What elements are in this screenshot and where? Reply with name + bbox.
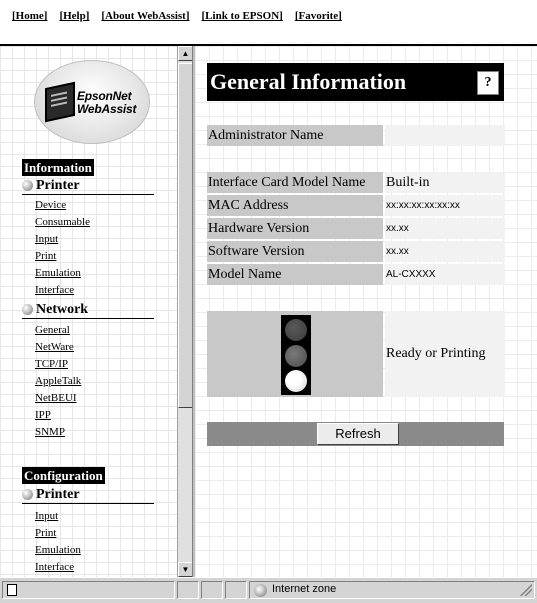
- section-configuration-heading: Configuration: [22, 467, 105, 484]
- subsection-network-label: Network: [36, 301, 89, 317]
- sidebar-link-config-emulation[interactable]: Emulation: [35, 544, 81, 556]
- sidebar-link-input[interactable]: Input: [35, 233, 58, 245]
- sidebar-link-snmp[interactable]: SNMP: [35, 426, 65, 438]
- book-icon: [45, 81, 75, 123]
- lamp-top: [285, 319, 307, 341]
- sphere-bullet-icon: [22, 180, 33, 191]
- sphere-bullet-icon: [22, 304, 33, 315]
- left-frame-vertical-scrollbar[interactable]: ▲ ▼: [177, 46, 193, 577]
- epsonnet-webassist-logo: EpsonNet WebAssist: [34, 60, 150, 144]
- logo-text-line1: EpsonNet: [77, 89, 132, 103]
- info-value-administrator-name: [385, 125, 505, 146]
- sidebar-link-consumable[interactable]: Consumable: [35, 216, 90, 228]
- info-value-model-name: AL-CXXXX: [385, 264, 505, 285]
- nav-about-webassist-link[interactable]: [About WebAssist]: [101, 10, 189, 22]
- info-value-software-version: xx.xx: [385, 241, 505, 262]
- lamp-bottom: [285, 370, 307, 392]
- info-label-interface-card-model: Interface Card Model Name: [207, 172, 383, 193]
- traffic-light-icon: [281, 315, 311, 395]
- info-value-hardware-version: xx.xx: [385, 218, 505, 239]
- info-label-administrator-name: Administrator Name: [207, 125, 383, 146]
- nav-help-link[interactable]: [Help]: [59, 10, 89, 22]
- refresh-bar: Refresh: [207, 422, 504, 446]
- status-bar-cell-2: [201, 581, 223, 599]
- subsection-config-printer-heading: Printer: [22, 486, 154, 504]
- info-value-interface-card-model: Built-in: [385, 172, 505, 193]
- sidebar-link-interface[interactable]: Interface: [35, 284, 74, 296]
- status-light-panel: [207, 311, 383, 397]
- refresh-button[interactable]: Refresh: [317, 423, 399, 445]
- page-title: General Information: [210, 69, 407, 94]
- scroll-up-arrow-icon[interactable]: ▲: [178, 46, 193, 61]
- nav-link-to-epson-link[interactable]: [Link to EPSON]: [202, 10, 283, 22]
- status-bar-cell-3: [225, 581, 247, 599]
- subsection-config-printer-label: Printer: [36, 486, 80, 502]
- left-navigation-frame: EpsonNet WebAssist Information Printer D…: [0, 46, 192, 577]
- sidebar-link-general[interactable]: General: [35, 324, 70, 336]
- sidebar-link-config-print[interactable]: Print: [35, 527, 56, 539]
- internet-zone-text: Internet zone: [272, 583, 337, 595]
- sidebar-link-device[interactable]: Device: [35, 199, 66, 211]
- lamp-middle: [285, 345, 307, 367]
- sidebar-link-config-input[interactable]: Input: [35, 510, 58, 522]
- scroll-down-arrow-icon[interactable]: ▼: [178, 562, 193, 577]
- resize-grip-icon[interactable]: [520, 584, 532, 596]
- sidebar-link-tcpip[interactable]: TCP/IP: [35, 358, 68, 370]
- internet-zone-icon: [254, 584, 267, 597]
- sidebar-link-ipp[interactable]: IPP: [35, 409, 51, 421]
- status-bar-zone-cell: Internet zone: [249, 581, 535, 599]
- sidebar-link-emulation[interactable]: Emulation: [35, 267, 81, 279]
- sphere-bullet-icon: [22, 489, 33, 500]
- sidebar-link-config-interface[interactable]: Interface: [35, 561, 74, 573]
- section-information-heading: Information: [22, 159, 94, 176]
- page-title-bar: General Information ?: [207, 63, 504, 101]
- top-navigation-bar: [Home] [Help] [About WebAssist] [Link to…: [0, 0, 537, 46]
- nav-favorite-link[interactable]: [Favorite]: [295, 10, 342, 22]
- help-question-icon[interactable]: ?: [477, 71, 499, 95]
- browser-status-bar: Internet zone: [0, 577, 537, 603]
- info-label-software-version: Software Version: [207, 241, 383, 262]
- main-content-frame: General Information ? Administrator Name…: [195, 46, 537, 577]
- sidebar-link-print[interactable]: Print: [35, 250, 56, 262]
- status-bar-message-cell: [2, 581, 175, 599]
- status-bar-cell-1: [177, 581, 199, 599]
- nav-home-link[interactable]: [Home]: [12, 10, 47, 22]
- info-label-hardware-version: Hardware Version: [207, 218, 383, 239]
- top-nav-links: [Home] [Help] [About WebAssist] [Link to…: [12, 10, 537, 22]
- sidebar-link-netbeui[interactable]: NetBEUI: [35, 392, 77, 404]
- logo-text-line2: WebAssist: [77, 102, 137, 116]
- scrollbar-thumb[interactable]: [178, 63, 193, 408]
- printer-status-text: Ready or Printing: [385, 311, 505, 397]
- sidebar-link-netware[interactable]: NetWare: [35, 341, 74, 353]
- info-value-mac-address: xx:xx:xx:xx:xx:xx: [385, 195, 505, 216]
- subsection-printer-label: Printer: [36, 177, 80, 193]
- info-label-model-name: Model Name: [207, 264, 383, 285]
- page-icon: [7, 584, 17, 596]
- subsection-network-heading: Network: [22, 301, 154, 319]
- sidebar-link-appletalk[interactable]: AppleTalk: [35, 375, 81, 387]
- info-label-mac-address: MAC Address: [207, 195, 383, 216]
- subsection-printer-heading: Printer: [22, 177, 154, 195]
